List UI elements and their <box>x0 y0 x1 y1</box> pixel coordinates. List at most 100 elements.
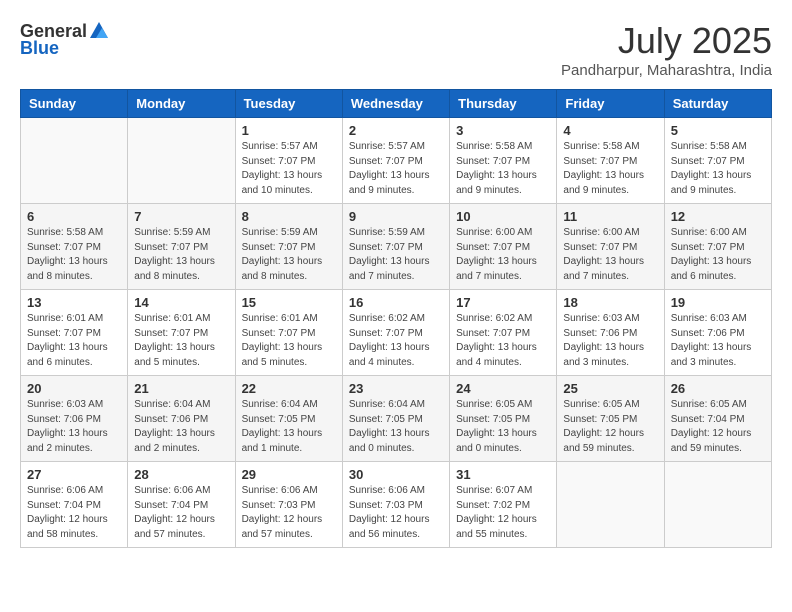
day-number: 5 <box>671 123 765 138</box>
day-info: Sunrise: 6:05 AM Sunset: 7:05 PM Dayligh… <box>456 398 550 456</box>
day-number: 13 <box>27 295 121 310</box>
logo-text-blue: Blue <box>20 38 59 59</box>
calendar-day-cell <box>128 118 235 204</box>
day-number: 25 <box>563 381 657 396</box>
calendar-week-row: 13 Sunrise: 6:01 AM Sunset: 7:07 PM Dayli… <box>21 290 772 376</box>
day-info: Sunrise: 6:05 AM Sunset: 7:05 PM Dayligh… <box>563 398 657 456</box>
day-number: 3 <box>456 123 550 138</box>
calendar-day-cell: 6 Sunrise: 5:58 AM Sunset: 7:07 PM Daylig… <box>21 204 128 290</box>
day-number: 23 <box>349 381 443 396</box>
calendar-day-cell <box>664 462 771 548</box>
calendar-table: SundayMondayTuesdayWednesdayThursdayFrid… <box>20 89 772 548</box>
calendar-day-cell: 13Sunrise: 6:01 AM Sunset: 7:07 PM Dayli… <box>21 290 128 376</box>
calendar-day-cell: 20 Sunrise: 6:03 AM Sunset: 7:06 PM Dayli… <box>21 376 128 462</box>
calendar-day-cell: 28 Sunrise: 6:06 AM Sunset: 7:04 PM Dayli… <box>128 462 235 548</box>
day-number: 6 <box>27 209 121 224</box>
day-number: 19 <box>671 295 765 310</box>
day-info: Sunrise: 6:06 AM Sunset: 7:04 PM Dayligh… <box>27 484 121 542</box>
calendar-day-cell: 2 Sunrise: 5:57 AM Sunset: 7:07 PM Daylig… <box>342 118 449 204</box>
day-info: Sunrise: 6:00 AM Sunset: 7:07 PM Dayligh… <box>456 226 550 284</box>
day-number: 28 <box>134 467 228 482</box>
day-info: Sunrise: 6:04 AM Sunset: 7:05 PM Dayligh… <box>242 398 336 456</box>
day-info: Sunrise: 6:01 AM Sunset: 7:07 PM Dayligh… <box>242 312 336 370</box>
calendar-day-cell: 22 Sunrise: 6:04 AM Sunset: 7:05 PM Dayli… <box>235 376 342 462</box>
calendar-day-cell: 21Sunrise: 6:04 AM Sunset: 7:06 PM Dayli… <box>128 376 235 462</box>
day-number: 22 <box>242 381 336 396</box>
day-number: 17 <box>456 295 550 310</box>
day-info: Sunrise: 5:57 AM Sunset: 7:07 PM Dayligh… <box>349 140 443 198</box>
calendar-header-row: SundayMondayTuesdayWednesdayThursdayFrid… <box>21 90 772 118</box>
calendar-week-row: 20 Sunrise: 6:03 AM Sunset: 7:06 PM Dayli… <box>21 376 772 462</box>
day-number: 8 <box>242 209 336 224</box>
calendar-day-cell: 25 Sunrise: 6:05 AM Sunset: 7:05 PM Dayli… <box>557 376 664 462</box>
calendar-day-cell <box>557 462 664 548</box>
day-info: Sunrise: 6:06 AM Sunset: 7:03 PM Dayligh… <box>242 484 336 542</box>
weekday-header-thursday: Thursday <box>450 90 557 118</box>
day-number: 1 <box>242 123 336 138</box>
logo-icon <box>88 20 110 42</box>
day-info: Sunrise: 6:02 AM Sunset: 7:07 PM Dayligh… <box>349 312 443 370</box>
calendar-day-cell: 8 Sunrise: 5:59 AM Sunset: 7:07 PM Daylig… <box>235 204 342 290</box>
calendar-day-cell: 14 Sunrise: 6:01 AM Sunset: 7:07 PM Dayli… <box>128 290 235 376</box>
calendar-day-cell: 16 Sunrise: 6:02 AM Sunset: 7:07 PM Dayli… <box>342 290 449 376</box>
day-number: 29 <box>242 467 336 482</box>
calendar-day-cell: 31 Sunrise: 6:07 AM Sunset: 7:02 PM Dayli… <box>450 462 557 548</box>
day-number: 15 <box>242 295 336 310</box>
calendar-day-cell <box>21 118 128 204</box>
day-info: Sunrise: 5:58 AM Sunset: 7:07 PM Dayligh… <box>27 226 121 284</box>
calendar-day-cell: 10 Sunrise: 6:00 AM Sunset: 7:07 PM Dayli… <box>450 204 557 290</box>
day-info: Sunrise: 6:03 AM Sunset: 7:06 PM Dayligh… <box>671 312 765 370</box>
calendar-day-cell: 9 Sunrise: 5:59 AM Sunset: 7:07 PM Daylig… <box>342 204 449 290</box>
calendar-day-cell: 30 Sunrise: 6:06 AM Sunset: 7:03 PM Dayli… <box>342 462 449 548</box>
day-info: Sunrise: 6:03 AM Sunset: 7:06 PM Dayligh… <box>563 312 657 370</box>
calendar-day-cell: 18Sunrise: 6:03 AM Sunset: 7:06 PM Dayli… <box>557 290 664 376</box>
day-number: 31 <box>456 467 550 482</box>
day-info: Sunrise: 5:58 AM Sunset: 7:07 PM Dayligh… <box>563 140 657 198</box>
day-info: Sunrise: 5:57 AM Sunset: 7:07 PM Dayligh… <box>242 140 336 198</box>
day-info: Sunrise: 6:01 AM Sunset: 7:07 PM Dayligh… <box>134 312 228 370</box>
logo: General Blue <box>20 20 111 59</box>
day-number: 14 <box>134 295 228 310</box>
calendar-day-cell: 15 Sunrise: 6:01 AM Sunset: 7:07 PM Dayli… <box>235 290 342 376</box>
day-info: Sunrise: 6:03 AM Sunset: 7:06 PM Dayligh… <box>27 398 121 456</box>
day-number: 9 <box>349 209 443 224</box>
page-header: General Blue July 2025 Pandharpur, Mahar… <box>20 20 772 79</box>
day-info: Sunrise: 5:59 AM Sunset: 7:07 PM Dayligh… <box>242 226 336 284</box>
day-info: Sunrise: 6:00 AM Sunset: 7:07 PM Dayligh… <box>671 226 765 284</box>
day-number: 2 <box>349 123 443 138</box>
weekday-header-monday: Monday <box>128 90 235 118</box>
calendar-day-cell: 11Sunrise: 6:00 AM Sunset: 7:07 PM Dayli… <box>557 204 664 290</box>
day-number: 24 <box>456 381 550 396</box>
day-info: Sunrise: 5:59 AM Sunset: 7:07 PM Dayligh… <box>349 226 443 284</box>
day-number: 12 <box>671 209 765 224</box>
day-number: 16 <box>349 295 443 310</box>
month-year-title: July 2025 <box>561 20 772 62</box>
day-number: 7 <box>134 209 228 224</box>
weekday-header-friday: Friday <box>557 90 664 118</box>
calendar-day-cell: 1 Sunrise: 5:57 AM Sunset: 7:07 PM Daylig… <box>235 118 342 204</box>
day-info: Sunrise: 5:58 AM Sunset: 7:07 PM Dayligh… <box>456 140 550 198</box>
day-info: Sunrise: 6:06 AM Sunset: 7:04 PM Dayligh… <box>134 484 228 542</box>
calendar-day-cell: 26Sunrise: 6:05 AM Sunset: 7:04 PM Dayli… <box>664 376 771 462</box>
day-number: 21 <box>134 381 228 396</box>
calendar-week-row: 6 Sunrise: 5:58 AM Sunset: 7:07 PM Daylig… <box>21 204 772 290</box>
calendar-day-cell: 12 Sunrise: 6:00 AM Sunset: 7:07 PM Dayli… <box>664 204 771 290</box>
day-info: Sunrise: 5:58 AM Sunset: 7:07 PM Dayligh… <box>671 140 765 198</box>
day-number: 20 <box>27 381 121 396</box>
day-info: Sunrise: 6:07 AM Sunset: 7:02 PM Dayligh… <box>456 484 550 542</box>
calendar-day-cell: 5 Sunrise: 5:58 AM Sunset: 7:07 PM Daylig… <box>664 118 771 204</box>
location-subtitle: Pandharpur, Maharashtra, India <box>561 62 772 79</box>
day-number: 30 <box>349 467 443 482</box>
calendar-day-cell: 19 Sunrise: 6:03 AM Sunset: 7:06 PM Dayli… <box>664 290 771 376</box>
calendar-week-row: 27Sunrise: 6:06 AM Sunset: 7:04 PM Dayli… <box>21 462 772 548</box>
weekday-header-saturday: Saturday <box>664 90 771 118</box>
calendar-week-row: 1 Sunrise: 5:57 AM Sunset: 7:07 PM Daylig… <box>21 118 772 204</box>
day-number: 4 <box>563 123 657 138</box>
title-area: July 2025 Pandharpur, Maharashtra, India <box>561 20 772 79</box>
day-info: Sunrise: 6:05 AM Sunset: 7:04 PM Dayligh… <box>671 398 765 456</box>
day-number: 11 <box>563 209 657 224</box>
day-number: 10 <box>456 209 550 224</box>
weekday-header-sunday: Sunday <box>21 90 128 118</box>
day-info: Sunrise: 5:59 AM Sunset: 7:07 PM Dayligh… <box>134 226 228 284</box>
day-info: Sunrise: 6:06 AM Sunset: 7:03 PM Dayligh… <box>349 484 443 542</box>
